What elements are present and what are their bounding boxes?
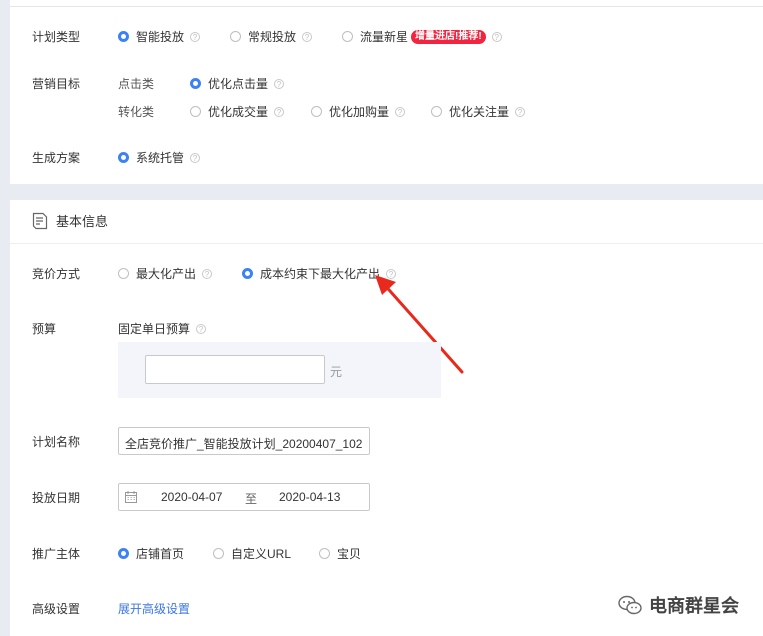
fixed-daily-budget-label: 固定单日预算 ? [118, 320, 207, 337]
radio-dot [118, 152, 129, 163]
basic-info-card: 基本信息 竞价方式 最大化产出 ? 成本约束下最大化产出 ? 预算 固定单日预算… [10, 200, 763, 636]
radio-dot [342, 31, 353, 42]
radio-traffic-star[interactable]: 流量新星 增量进店!推荐! ? [342, 28, 502, 45]
radio-label: 智能投放 [136, 30, 185, 44]
budget-label: 预算 [32, 322, 57, 336]
date-range-picker[interactable]: 2020-04-07 至 2020-04-13 [118, 483, 370, 511]
radio-label: 常规投放 [248, 30, 297, 44]
budget-sublabel: 固定单日预算 [118, 322, 191, 336]
bidding-label: 竞价方式 [32, 267, 81, 281]
plan-type-label: 计划类型 [32, 30, 81, 44]
plan-name-label: 计划名称 [32, 435, 81, 449]
radio-dot [311, 106, 322, 117]
radio-dot [118, 31, 129, 42]
radio-dot [431, 106, 442, 117]
divider [10, 6, 763, 7]
document-icon [32, 212, 48, 229]
help-icon[interactable]: ? [190, 31, 201, 42]
radio-optimize-cart[interactable]: 优化加购量 ? [311, 103, 406, 120]
divider [10, 243, 763, 244]
section-title: 基本信息 [56, 214, 109, 229]
help-icon[interactable]: ? [274, 106, 285, 117]
recommend-badge: 增量进店!推荐! [411, 29, 486, 44]
radio-max-output[interactable]: 最大化产出 ? [118, 265, 213, 282]
radio-dot [230, 31, 241, 42]
date-separator: 至 [245, 492, 258, 506]
help-icon[interactable]: ? [491, 31, 502, 42]
marketing-goal-label: 营销目标 [32, 77, 81, 91]
radio-label: 系统托管 [136, 151, 185, 165]
radio-optimize-clicks[interactable]: 优化点击量 ? [190, 75, 285, 92]
advanced-label: 高级设置 [32, 602, 81, 616]
radio-dot [190, 78, 201, 89]
help-icon[interactable]: ? [395, 106, 406, 117]
help-icon[interactable]: ? [274, 78, 285, 89]
radio-label: 优化关注量 [449, 105, 510, 119]
radio-dot [213, 548, 224, 559]
help-icon[interactable]: ? [515, 106, 526, 117]
radio-label: 优化成交量 [208, 105, 269, 119]
calendar-icon [125, 491, 137, 503]
budget-unit: 元 [330, 365, 343, 379]
radio-label: 优化点击量 [208, 77, 269, 91]
radio-optimize-deals[interactable]: 优化成交量 ? [190, 103, 285, 120]
budget-input[interactable] [145, 355, 325, 384]
help-icon[interactable]: ? [302, 31, 313, 42]
radio-dot [319, 548, 330, 559]
radio-dot [118, 548, 129, 559]
start-date[interactable]: 2020-04-07 [161, 490, 222, 504]
radio-store-homepage[interactable]: 店铺首页 [118, 545, 184, 562]
plan-name-input[interactable]: 全店竞价推广_智能投放计划_20200407_102 [118, 427, 370, 455]
conversion-category-label: 转化类 [118, 105, 155, 119]
end-date[interactable]: 2020-04-13 [279, 490, 340, 504]
expand-advanced-link[interactable]: 展开高级设置 [118, 600, 190, 617]
radio-system-managed[interactable]: 系统托管 ? [118, 149, 201, 166]
watermark-text: 电商群星会 [649, 596, 739, 616]
radio-dot [190, 106, 201, 117]
promo-subject-label: 推广主体 [32, 547, 81, 561]
radio-label: 优化加购量 [329, 105, 390, 119]
radio-label: 流量新星 [360, 30, 409, 44]
plan-settings-card: 计划类型 智能投放 ? 常规投放 ? 流量新星 增量进店!推荐! ? 营销目标 … [10, 0, 763, 184]
radio-label: 自定义URL [231, 547, 292, 561]
radio-label: 宝贝 [337, 547, 362, 561]
radio-item[interactable]: 宝贝 [319, 545, 361, 562]
scheme-label: 生成方案 [32, 151, 81, 165]
radio-dot [242, 268, 253, 279]
radio-smart-delivery[interactable]: 智能投放 ? [118, 28, 201, 45]
radio-label: 成本约束下最大化产出 [260, 267, 381, 281]
section-header: 基本信息 [32, 211, 108, 230]
click-category-label: 点击类 [118, 77, 155, 91]
radio-label: 店铺首页 [136, 547, 185, 561]
dates-label: 投放日期 [32, 491, 81, 505]
radio-optimize-follows[interactable]: 优化关注量 ? [431, 103, 526, 120]
help-icon[interactable]: ? [190, 152, 201, 163]
plan-name-value: 全店竞价推广_智能投放计划_20200407_102 [125, 437, 363, 451]
help-icon[interactable]: ? [196, 323, 207, 334]
radio-label: 最大化产出 [136, 267, 197, 281]
radio-dot [118, 268, 129, 279]
radio-custom-url[interactable]: 自定义URL [213, 545, 291, 562]
help-icon[interactable]: ? [202, 268, 213, 279]
chat-bubble-icon [618, 595, 642, 615]
radio-regular-delivery[interactable]: 常规投放 ? [230, 28, 313, 45]
watermark: 电商群星会 [617, 592, 739, 618]
